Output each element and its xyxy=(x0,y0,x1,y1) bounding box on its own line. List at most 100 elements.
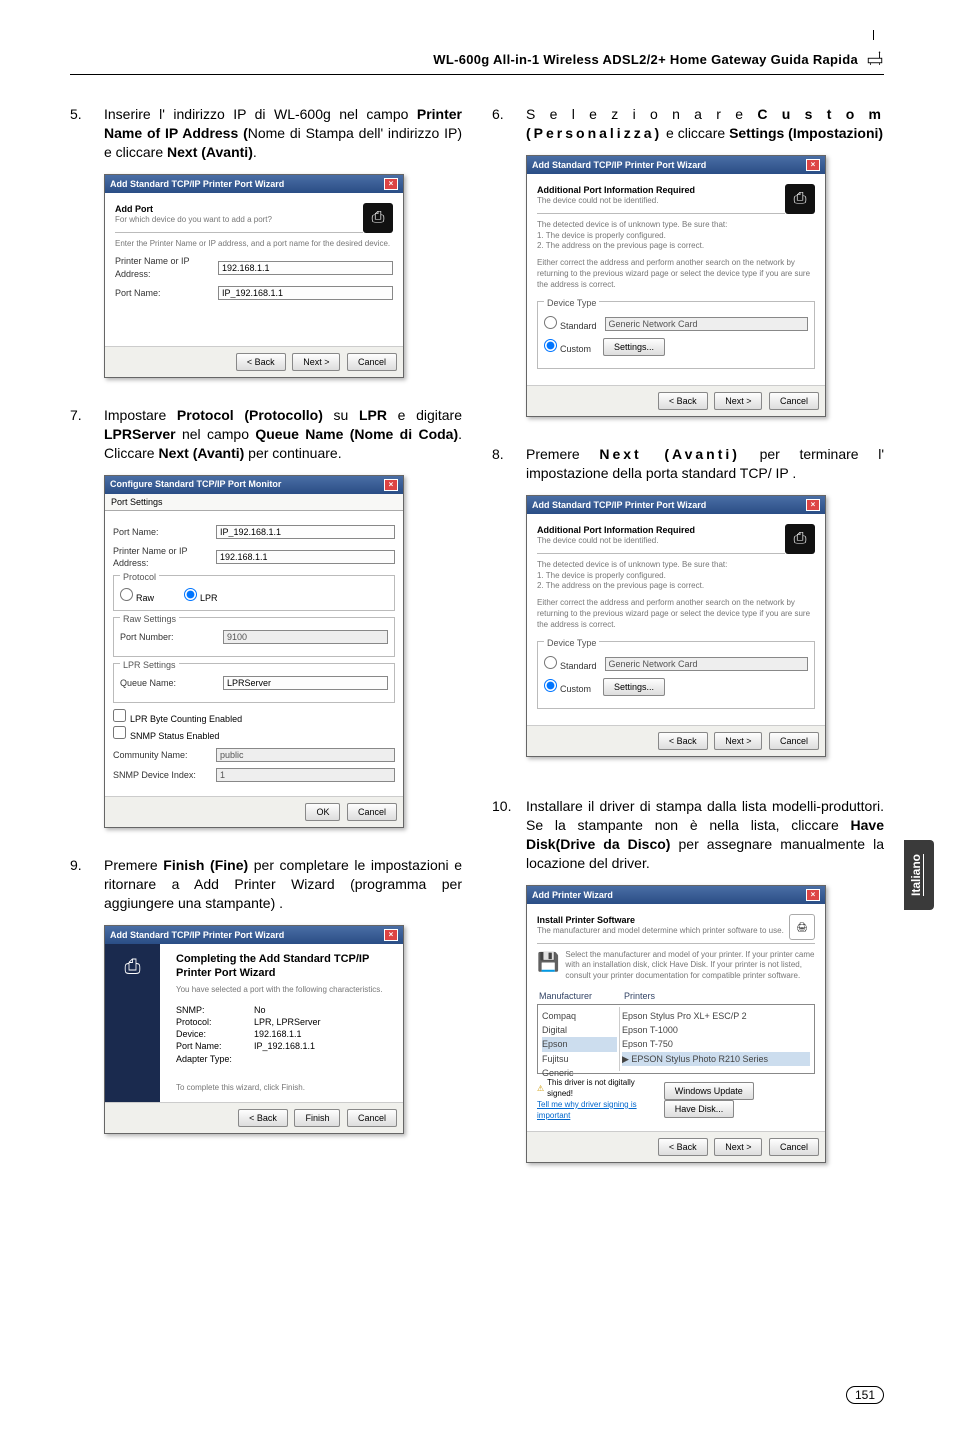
back-button[interactable]: < Back xyxy=(236,353,286,371)
step-number: 9. xyxy=(70,856,90,913)
col-printers: Printers xyxy=(622,988,815,1004)
dialog-title: Add Standard TCP/IP Printer Port Wizard xyxy=(532,159,706,171)
chk-snmp[interactable]: SNMP Status Enabled xyxy=(113,731,219,741)
step-9: 9. Premere Finish (Fine) per completare … xyxy=(70,856,462,913)
port-icon: ⎙ xyxy=(363,203,393,233)
close-icon[interactable]: × xyxy=(806,889,820,901)
dialog-desc: Select the manufacturer and model of you… xyxy=(565,950,815,982)
signing-link[interactable]: Tell me why driver signing is important xyxy=(537,1100,660,1122)
printer-ip-label: Printer Name or IP Address: xyxy=(115,255,210,279)
step-10: 10. Installare il driver di stampa dalla… xyxy=(492,797,884,873)
dialog-additional-info: Add Standard TCP/IP Printer Port Wizard ×… xyxy=(526,155,826,417)
back-button[interactable]: < Back xyxy=(238,1109,288,1127)
raw-port-input xyxy=(223,630,388,644)
manufacturer-item[interactable]: Fujitsu xyxy=(542,1052,617,1066)
step-7: 7. Impostare Protocol (Protocollo) su LP… xyxy=(70,406,462,463)
close-icon[interactable]: × xyxy=(384,479,398,491)
printer-model-item[interactable]: Epson T-1000 xyxy=(622,1023,810,1037)
printer-ip-label: Printer Name or IP Address: xyxy=(113,545,208,569)
crop-mark xyxy=(873,30,874,40)
port-name-input[interactable] xyxy=(218,286,393,300)
dialog-para1: The detected device is of unknown type. … xyxy=(537,220,815,252)
dialog-add-printer: Add Printer Wizard × 🖨 Install Printer So… xyxy=(526,885,826,1164)
printer-listbox[interactable]: CompaqDigitalEpsonFujitsuGeneric Epson S… xyxy=(537,1004,815,1074)
radio-custom[interactable]: Custom xyxy=(544,339,591,355)
printer-ip-input[interactable] xyxy=(218,261,393,275)
printer-model-item[interactable]: ▶ EPSON Stylus Photo R210 Series xyxy=(622,1052,810,1066)
port-name-label: Port Name: xyxy=(113,526,208,538)
summary-value: IP_192.168.1.1 xyxy=(254,1040,315,1052)
printer-ip-input[interactable] xyxy=(216,550,395,564)
step-text: Premere Finish (Fine) per completare le … xyxy=(104,856,462,913)
printer-model-item[interactable]: Epson Stylus Pro XL+ ESC/P 2 xyxy=(622,1009,810,1023)
close-icon[interactable]: × xyxy=(806,499,820,511)
port-name-label: Port Name: xyxy=(115,287,210,299)
dialog-title: Add Standard TCP/IP Printer Port Wizard xyxy=(532,499,706,511)
settings-button[interactable]: Settings... xyxy=(603,678,665,696)
windows-update-button[interactable]: Windows Update xyxy=(664,1082,754,1100)
dialog-heading: Additional Port Information Required xyxy=(537,184,815,196)
queue-name-input[interactable] xyxy=(223,676,388,690)
disk-icon: 💾 xyxy=(537,950,559,974)
router-icon xyxy=(866,50,884,68)
group-device-type: Device Type Standard CustomSettings... xyxy=(537,301,815,369)
radio-standard[interactable]: Standard xyxy=(544,656,597,672)
radio-raw[interactable]: Raw xyxy=(120,588,154,604)
community-input xyxy=(216,748,395,762)
dialog-sub: The manufacturer and model determine whi… xyxy=(537,926,815,937)
standard-select xyxy=(605,317,808,331)
manufacturer-item[interactable]: Compaq xyxy=(542,1009,617,1023)
next-button[interactable]: Next > xyxy=(292,353,340,371)
port-name-input[interactable] xyxy=(216,525,395,539)
wizard-banner: ⎙ xyxy=(105,944,160,1102)
summary-key: Adapter Type: xyxy=(176,1053,246,1065)
port-icon: ⎙ xyxy=(785,524,815,554)
dialog-heading: Install Printer Software xyxy=(537,914,815,926)
summary-key: Device: xyxy=(176,1028,246,1040)
chk-lpr-byte[interactable]: LPR Byte Counting Enabled xyxy=(113,714,242,724)
queue-name-label: Queue Name: xyxy=(120,677,215,689)
next-button[interactable]: Next > xyxy=(714,1138,762,1156)
settings-button[interactable]: Settings... xyxy=(603,338,665,356)
dialog-sub: For which device do you want to add a po… xyxy=(115,215,393,226)
dialog-desc: Enter the Printer Name or IP address, an… xyxy=(115,239,393,250)
next-button[interactable]: Next > xyxy=(714,392,762,410)
dialog-add-port: Add Standard TCP/IP Printer Port Wizard×… xyxy=(104,174,404,378)
printer-model-item[interactable]: Epson T-750 xyxy=(622,1037,810,1051)
back-button[interactable]: < Back xyxy=(658,732,708,750)
summary-value: No xyxy=(254,1004,266,1016)
radio-custom[interactable]: Custom xyxy=(544,679,591,695)
dialog-title: Add Standard TCP/IP Printer Port Wizard xyxy=(110,929,284,941)
summary-value: 192.168.1.1 xyxy=(254,1028,302,1040)
cancel-button[interactable]: Cancel xyxy=(347,353,397,371)
close-icon[interactable]: × xyxy=(384,929,398,941)
manufacturer-item[interactable]: Digital xyxy=(542,1023,617,1037)
dialog-heading: Add Port xyxy=(115,203,393,215)
finish-button[interactable]: Finish xyxy=(294,1109,340,1127)
back-button[interactable]: < Back xyxy=(658,392,708,410)
close-icon[interactable]: × xyxy=(806,159,820,171)
summary-value: LPR, LPRServer xyxy=(254,1016,321,1028)
tab-port-settings[interactable]: Port Settings xyxy=(105,494,403,511)
dialog-title: Add Printer Wizard xyxy=(532,889,613,901)
have-disk-button[interactable]: Have Disk... xyxy=(664,1100,735,1118)
language-tab: Italiano xyxy=(904,840,934,910)
back-button[interactable]: < Back xyxy=(658,1138,708,1156)
radio-lpr[interactable]: LPR xyxy=(184,588,218,604)
step-5: 5. Inserire l' indirizzo IP di WL-600g n… xyxy=(70,105,462,162)
cancel-button[interactable]: Cancel xyxy=(769,392,819,410)
printer-icon: 🖨 xyxy=(789,914,815,940)
ok-button[interactable]: OK xyxy=(305,803,340,821)
cancel-button[interactable]: Cancel xyxy=(769,732,819,750)
step-text: Inserire l' indirizzo IP di WL-600g nel … xyxy=(104,105,462,162)
next-button[interactable]: Next > xyxy=(714,732,762,750)
manufacturer-item[interactable]: Epson xyxy=(542,1037,617,1051)
close-icon[interactable]: × xyxy=(384,178,398,190)
summary-key: SNMP: xyxy=(176,1004,246,1016)
dialog-sub: You have selected a port with the follow… xyxy=(176,985,395,996)
cancel-button[interactable]: Cancel xyxy=(347,1109,397,1127)
cancel-button[interactable]: Cancel xyxy=(769,1138,819,1156)
cancel-button[interactable]: Cancel xyxy=(347,803,397,821)
radio-standard[interactable]: Standard xyxy=(544,316,597,332)
dialog-completing-wizard: Add Standard TCP/IP Printer Port Wizard ×… xyxy=(104,925,404,1134)
